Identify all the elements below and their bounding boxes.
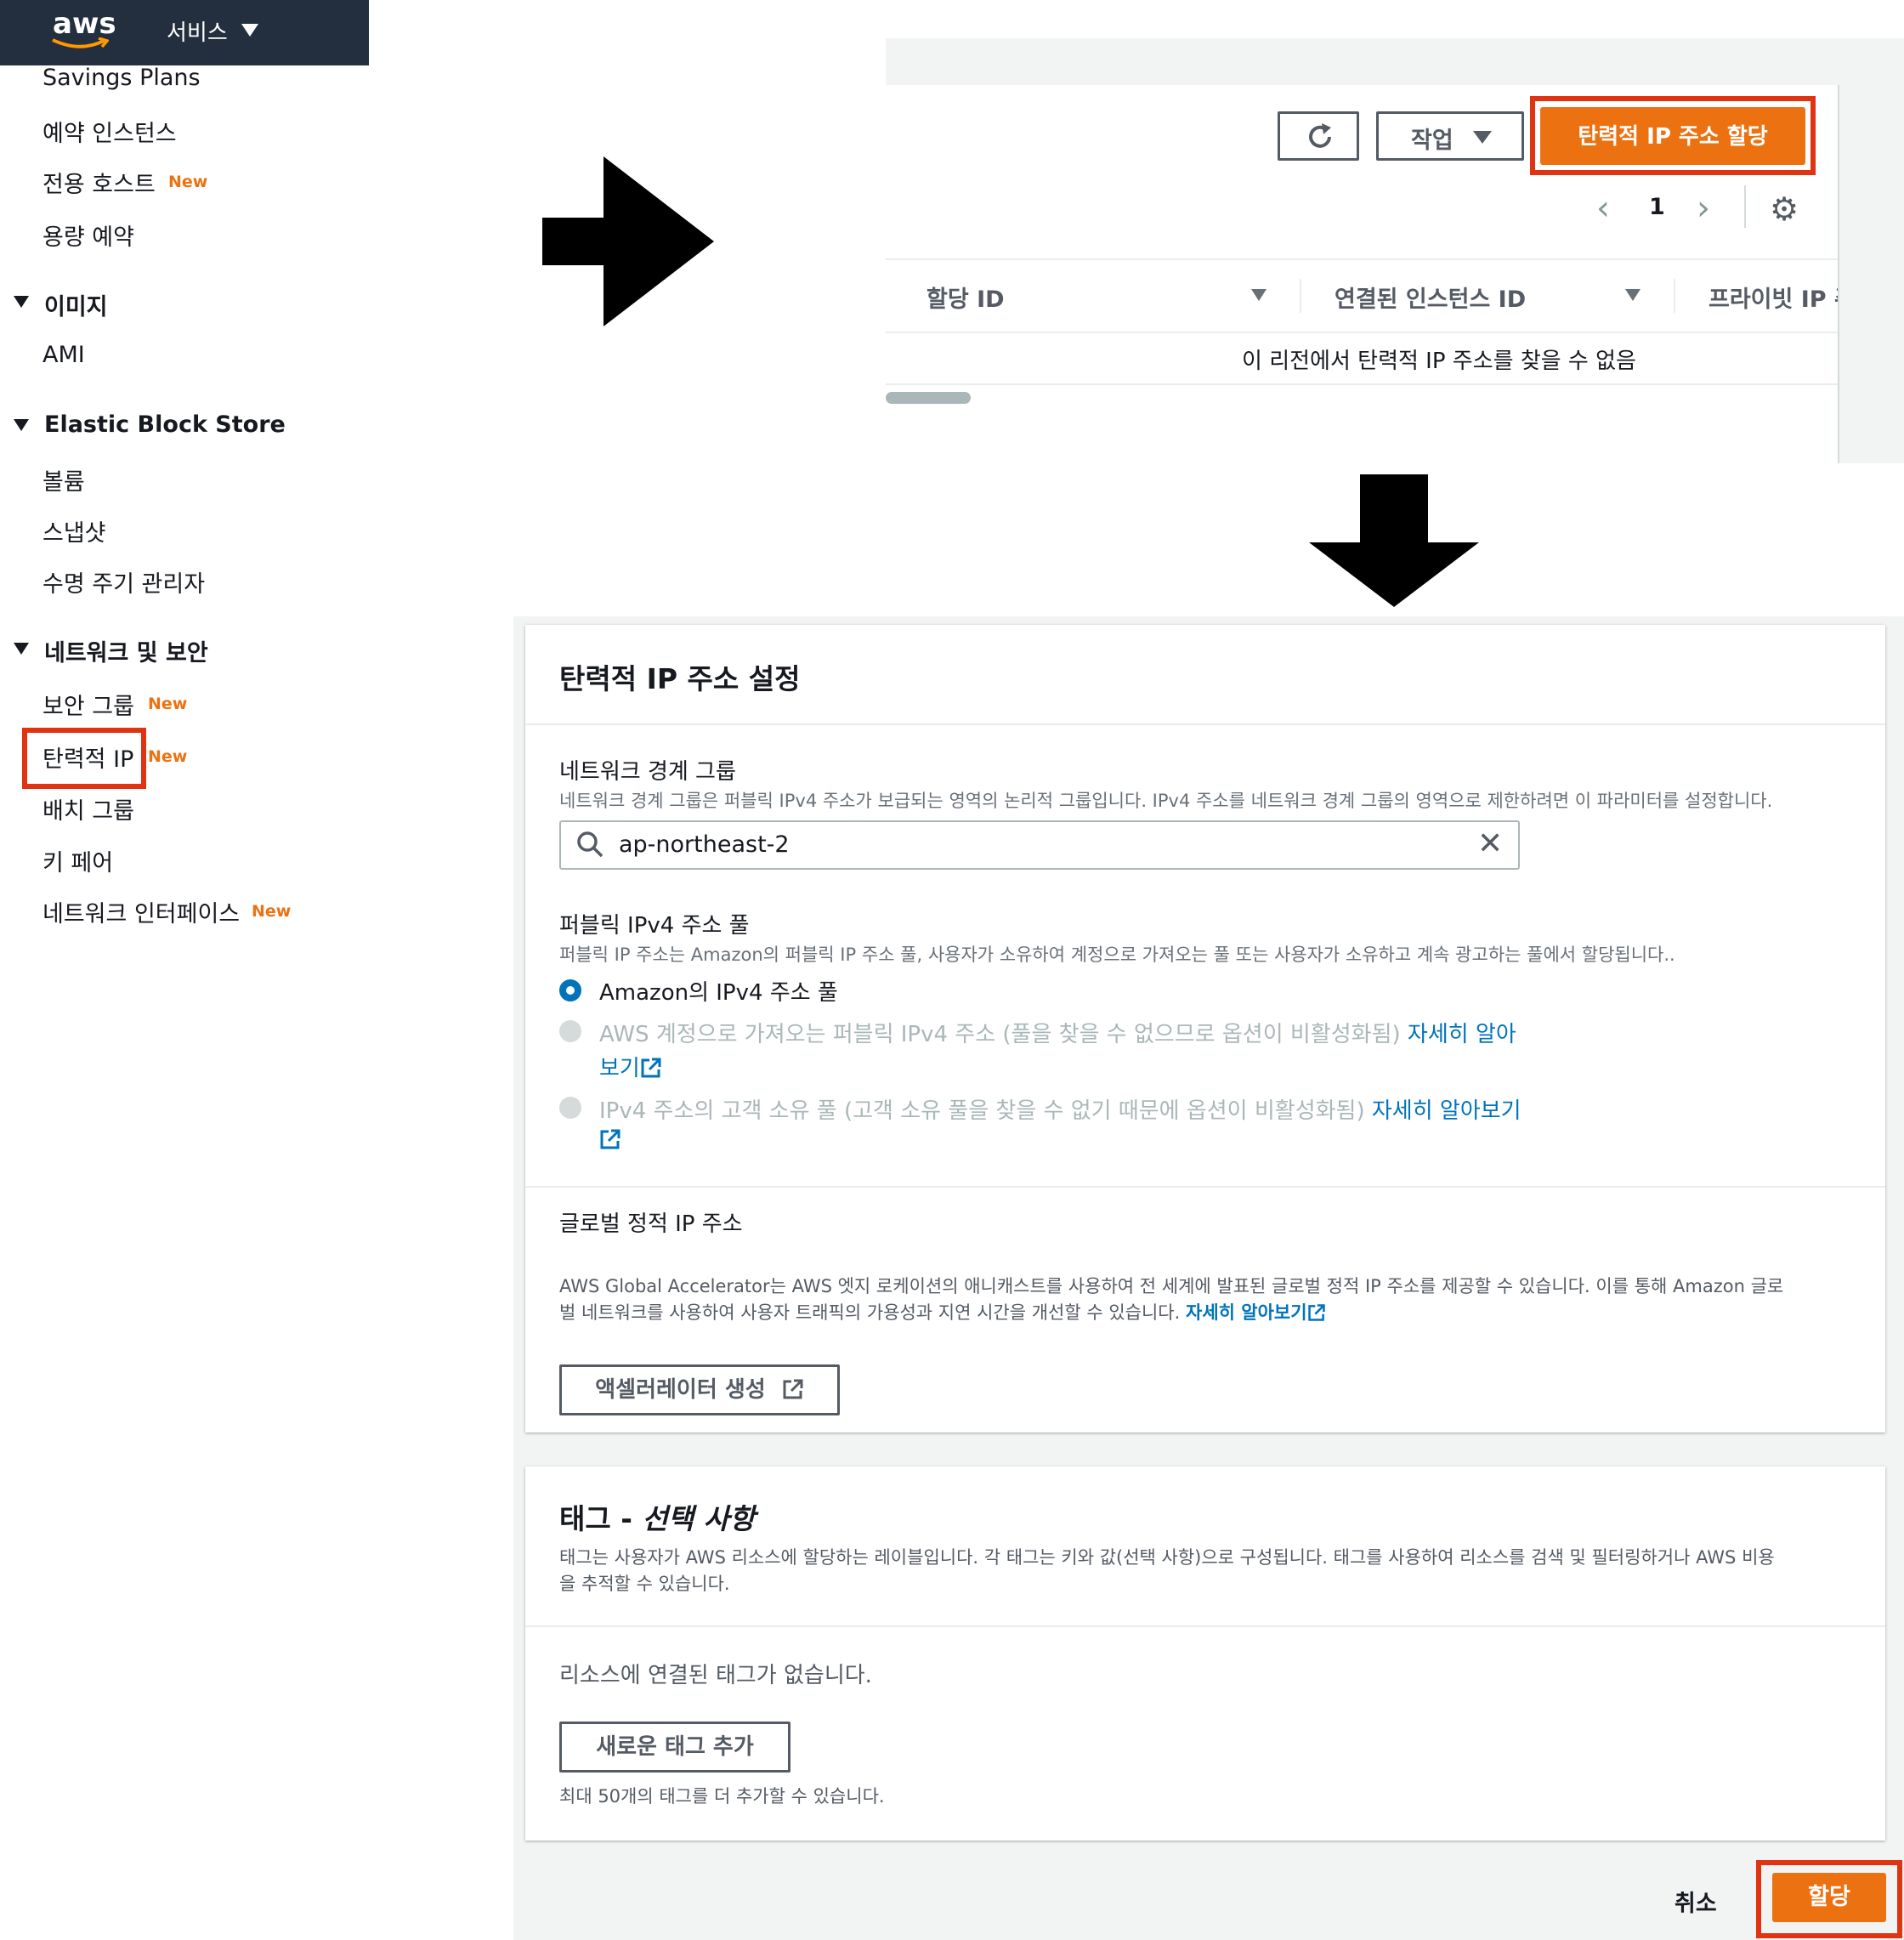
network-border-group-description: 네트워크 경계 그룹은 퍼블릭 IPv4 주소가 보급되는 영역의 논리적 그룹… [559, 791, 1773, 811]
ipv4-pool-label: 퍼블릭 IPv4 주소 풀 [559, 913, 750, 939]
sidebar-section-images[interactable]: 이미지 [44, 288, 108, 321]
refresh-icon [1309, 123, 1331, 148]
column-header-private-ip-wrapper: 프라이빗 IP 주 [1708, 281, 1838, 314]
column-header-associated-instance-id[interactable]: 연결된 인스턴스 ID [1334, 281, 1526, 314]
section-expanded-caret-icon[interactable] [14, 643, 29, 655]
sort-caret-icon[interactable] [1251, 289, 1266, 301]
new-badge: New [148, 747, 188, 766]
create-accelerator-button[interactable]: 액셀러레이터 생성 [559, 1364, 840, 1415]
global-static-ip-description-line2: 벌 네트워크를 사용하여 사용자 트래픽의 가용성과 지연 시간을 개선할 수 … [559, 1299, 1326, 1325]
option-customer-owned-line2 [599, 1127, 621, 1153]
global-static-ip-description-line1: AWS Global Accelerator는 AWS 엣지 로케이션의 애니캐… [559, 1276, 1784, 1296]
sidebar-item-ami[interactable]: AMI [42, 342, 85, 368]
tags-description-line1: 태그는 사용자가 AWS 리소스에 할당하는 레이블입니다. 각 태그는 키와 … [559, 1547, 1775, 1568]
empty-table-message: 이 리전에서 탄력적 IP 주소를 찾을 수 없음 [1242, 349, 1636, 374]
radio-byoip-pool [559, 1020, 581, 1042]
cancel-button[interactable]: 취소 [1674, 1885, 1717, 1918]
sidebar-item-reserved-instances[interactable]: 예약 인스턴스 [42, 115, 177, 148]
divider [886, 258, 1838, 260]
add-new-tag-button[interactable]: 새로운 태그 추가 [559, 1722, 790, 1773]
arrow-right-icon [542, 156, 714, 326]
option-customer-owned-label: IPv4 주소의 고객 소유 풀 (고객 소유 풀을 찾을 수 없기 때문에 옵… [599, 1098, 1365, 1124]
option-byoip-line1: AWS 계정으로 가져오는 퍼블릭 IPv4 주소 (풀을 찾을 수 없으므로 … [599, 1017, 1516, 1048]
actions-label: 작업 [1411, 128, 1454, 154]
column-header-allocation-id[interactable]: 할당 ID [926, 281, 1005, 314]
option-byoip-line2: 보기 [599, 1051, 662, 1082]
network-border-group-label: 네트워크 경계 그룹 [559, 759, 736, 785]
tags-card-title: 태그 - 선택 사항 [559, 1496, 755, 1537]
clear-icon[interactable]: ✕ [1477, 826, 1503, 861]
sidebar-item-snapshots[interactable]: 스냅샷 [42, 514, 106, 547]
highlight-box [1756, 1860, 1902, 1938]
highlight-box [22, 728, 146, 789]
learn-more-link[interactable]: 자세히 알아 [1408, 1022, 1516, 1047]
search-icon [577, 831, 604, 858]
tags-description-line2: 을 추적할 수 있습니다. [559, 1574, 730, 1594]
radio-amazon-pool[interactable] [559, 979, 581, 1001]
global-static-ip-description: 벌 네트워크를 사용하여 사용자 트래픽의 가용성과 지연 시간을 개선할 수 … [559, 1302, 1181, 1323]
divider [1744, 185, 1746, 228]
divider [886, 383, 1838, 385]
aws-smile-logo-icon [52, 37, 109, 48]
gear-icon[interactable]: ⚙ [1770, 190, 1799, 228]
horizontal-scrollbar[interactable] [886, 392, 971, 404]
new-badge: New [148, 695, 188, 713]
section-expanded-caret-icon[interactable] [14, 296, 29, 308]
learn-more-link-continued[interactable]: 보기 [599, 1056, 640, 1081]
section-expanded-caret-icon[interactable] [14, 419, 29, 431]
sidebar-item-capacity-reservations[interactable]: 용량 예약 [42, 218, 134, 252]
divider [525, 1625, 1885, 1627]
page-number[interactable]: 1 [1649, 194, 1665, 220]
sidebar-section-ebs[interactable]: Elastic Block Store [44, 411, 286, 438]
global-static-ip-label: 글로벌 정적 IP 주소 [559, 1211, 743, 1237]
tags-title: 태그 - [559, 1502, 643, 1535]
learn-more-link[interactable]: 자세히 알아보기 [1186, 1302, 1307, 1323]
arrow-down-icon [1309, 474, 1479, 607]
external-link-icon[interactable] [640, 1057, 662, 1079]
divider [525, 723, 1885, 725]
tag-limit-note: 최대 50개의 태그를 더 추가할 수 있습니다. [559, 1786, 885, 1807]
column-separator [1674, 279, 1675, 313]
services-caret-down-icon[interactable] [241, 24, 258, 37]
sidebar-item-network-interfaces[interactable]: 네트워크 인터페이스 [42, 895, 240, 928]
column-separator [1300, 279, 1301, 313]
sort-caret-icon[interactable] [1625, 289, 1640, 301]
external-link-icon [783, 1379, 803, 1399]
next-page-icon[interactable]: › [1697, 189, 1710, 228]
radio-customer-owned-pool [559, 1097, 581, 1119]
external-link-icon[interactable] [599, 1128, 621, 1150]
create-accelerator-label: 액셀러레이터 생성 [595, 1377, 766, 1403]
external-link-icon[interactable] [1307, 1303, 1326, 1322]
sidebar-item-placement-groups[interactable]: 배치 그룹 [42, 792, 134, 825]
column-header-private-ip[interactable]: 프라이빗 IP 주 [1708, 286, 1838, 313]
option-amazon-pool-label[interactable]: Amazon의 IPv4 주소 풀 [599, 975, 838, 1007]
option-byoip-label: AWS 계정으로 가져오는 퍼블릭 IPv4 주소 (풀을 찾을 수 없으므로 … [599, 1022, 1401, 1047]
card-title: 탄력적 IP 주소 설정 [559, 662, 801, 695]
new-badge: New [168, 173, 208, 191]
refresh-button[interactable] [1278, 111, 1359, 161]
divider [525, 1186, 1885, 1188]
highlight-box [1530, 96, 1816, 175]
learn-more-link[interactable]: 자세히 알아보기 [1372, 1098, 1522, 1124]
aws-logo[interactable]: aws [53, 7, 116, 41]
sidebar-item-dedicated-hosts[interactable]: 전용 호스트 [42, 166, 156, 199]
sidebar-section-network-security[interactable]: 네트워크 및 보안 [44, 634, 208, 667]
sidebar-item-key-pairs[interactable]: 키 페어 [42, 844, 113, 877]
sidebar-item-lifecycle-manager[interactable]: 수명 주기 관리자 [42, 565, 205, 598]
sidebar-item-savings-plans[interactable]: Savings Plans [42, 65, 201, 91]
sidebar-item-volumes[interactable]: 볼륨 [42, 463, 85, 496]
tags-title-optional: 선택 사항 [642, 1502, 756, 1535]
network-border-group-value[interactable]: ap-northeast-2 [619, 831, 790, 858]
new-badge: New [252, 902, 292, 921]
no-tags-message: 리소스에 연결된 태그가 없습니다. [559, 1663, 872, 1688]
previous-page-icon[interactable]: ‹ [1596, 189, 1610, 228]
ipv4-pool-description: 퍼블릭 IP 주소는 Amazon의 퍼블릭 IP 주소 풀, 사용자가 소유하… [559, 944, 1675, 965]
option-customer-owned-line1: IPv4 주소의 고객 소유 풀 (고객 소유 풀을 찾을 수 없기 때문에 옵… [599, 1093, 1522, 1125]
caret-down-icon [1473, 131, 1492, 144]
divider [886, 332, 1838, 333]
sidebar-item-security-groups[interactable]: 보안 그룹 [42, 688, 134, 721]
services-menu[interactable]: 서비스 [167, 15, 228, 47]
